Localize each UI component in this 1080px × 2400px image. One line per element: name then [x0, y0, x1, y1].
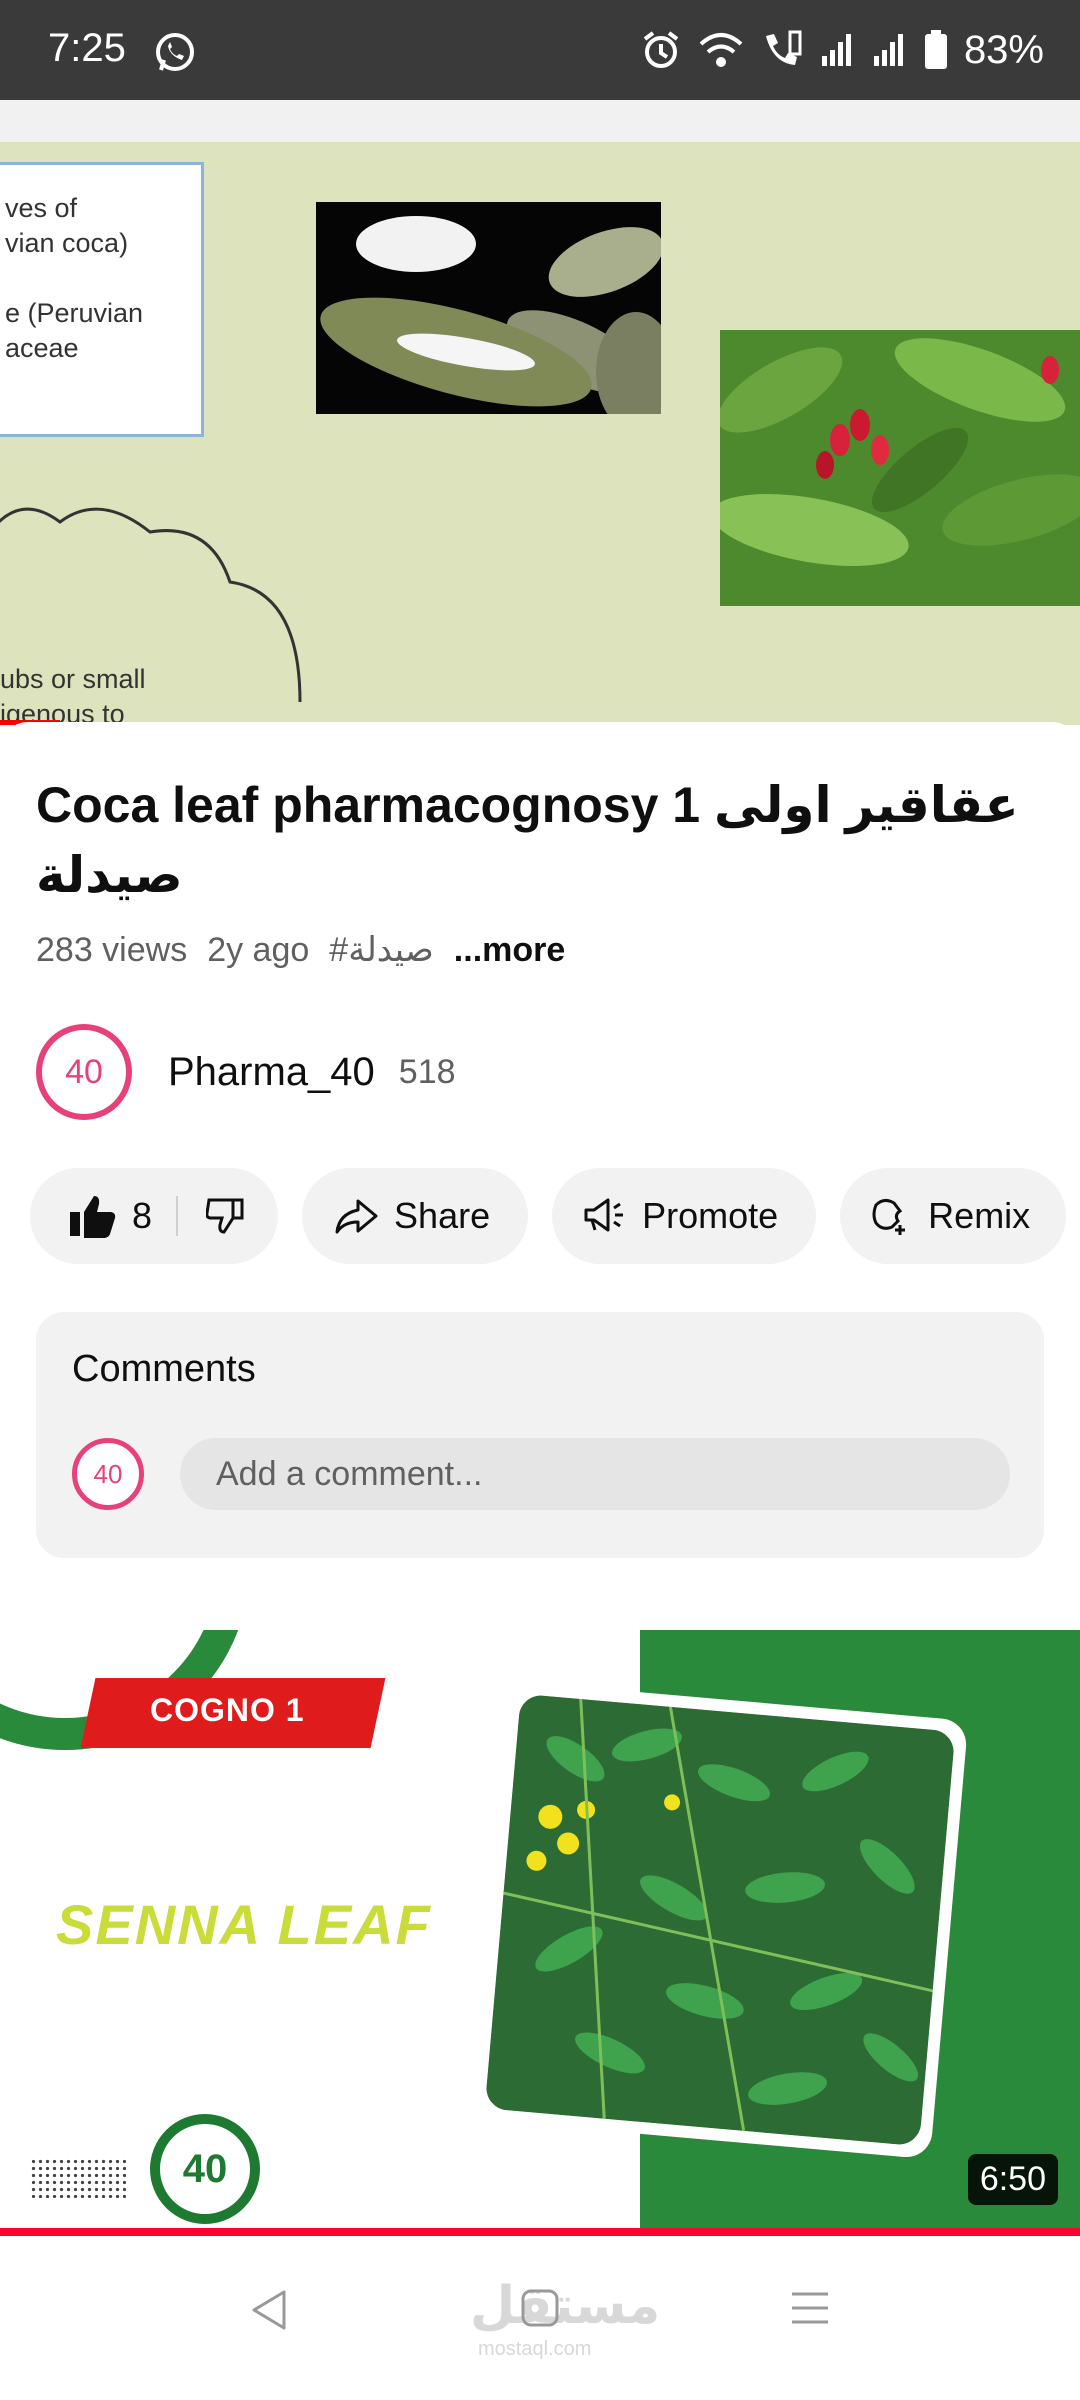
system-nav-bar: مستقل mostaql.com	[0, 2236, 1080, 2400]
share-label: Share	[394, 1195, 491, 1236]
senna-plant-image	[471, 1680, 969, 2160]
subscriber-count: 518	[398, 1052, 456, 1091]
signal-icon	[873, 34, 903, 66]
share-button[interactable]: Share	[302, 1168, 529, 1264]
slide-text-box: ves of vian coca) e (Peruvian aceae	[0, 162, 204, 437]
channel-avatar[interactable]: 40	[36, 1024, 132, 1120]
more-link[interactable]: ...more	[454, 931, 565, 970]
back-nav-icon[interactable]	[250, 2288, 288, 2332]
megaphone-icon	[584, 1198, 624, 1232]
signal-icon	[821, 34, 851, 66]
battery-percent: 83%	[963, 27, 1044, 72]
home-nav-icon[interactable]	[520, 2288, 560, 2328]
clock: 7:25	[48, 26, 126, 70]
channel-name[interactable]: Pharma_40	[168, 1050, 375, 1095]
add-comment-field[interactable]: Add a comment...	[180, 1438, 1010, 1510]
thumbnail-badge-text: COGNO 1	[150, 1692, 305, 1728]
action-bar: 8 Share Promote Remix	[30, 1168, 1067, 1264]
status-icons: 83%	[640, 24, 1044, 76]
watermark-logo: مستقل	[470, 2277, 661, 2335]
promote-button[interactable]: Promote	[552, 1168, 817, 1264]
like-dislike-button[interactable]: 8	[30, 1168, 279, 1264]
view-count: 283 views	[36, 931, 188, 969]
thumbnail-headline: SENNA LEAF	[56, 1893, 432, 1956]
wifi-call-icon	[765, 30, 802, 65]
battery-icon	[924, 30, 947, 69]
hashtag[interactable]: #صيدلة	[329, 930, 434, 970]
next-video-thumbnail[interactable]: COGNO 1 SENNA LEAF 40 6:50	[0, 1630, 1080, 2230]
thumbnail-dot-pattern	[30, 2158, 126, 2198]
watermark-url: mostaql.com	[478, 2338, 592, 2360]
wifi-icon	[699, 33, 743, 67]
video-title[interactable]: Coca leaf pharmacognosy 1 عقاقير اولى صي…	[36, 770, 1046, 910]
whatsapp-icon	[156, 33, 194, 71]
recents-menu-icon[interactable]	[790, 2288, 830, 2328]
promote-label: Promote	[642, 1195, 779, 1236]
remix-label: Remix	[928, 1195, 1031, 1236]
like-count: 8	[132, 1195, 153, 1236]
slide-cloud-text: ubs or small igenous to	[0, 664, 146, 725]
channel-row[interactable]: 40 Pharma_40 518	[36, 1024, 456, 1120]
remix-button[interactable]: Remix	[840, 1168, 1067, 1264]
upload-age: 2y ago	[207, 931, 310, 969]
thumbnail-channel-logo: 40	[150, 2114, 260, 2224]
share-icon	[335, 1199, 378, 1234]
comments-title: Comments	[72, 1348, 256, 1390]
thumbs-down-icon[interactable]	[206, 1196, 246, 1236]
comments-card[interactable]: Comments 40 Add a comment...	[36, 1312, 1044, 1558]
coca-plant-image	[720, 330, 1080, 606]
video-frame: ves of vian coca) e (Peruvian aceae ubs …	[0, 142, 1080, 725]
alarm-icon	[643, 31, 679, 68]
video-player[interactable]: ves of vian coca) e (Peruvian aceae ubs …	[0, 100, 1080, 725]
thumbnail-watched-bar	[0, 2228, 1080, 2236]
cocaine-leaf-image	[316, 202, 661, 414]
remix-icon	[872, 1198, 906, 1235]
thumbs-up-icon[interactable]	[70, 1194, 116, 1238]
status-bar: 7:25 83%	[0, 0, 1080, 100]
like-divider	[176, 1196, 179, 1236]
video-duration: 6:50	[967, 2154, 1058, 2205]
user-avatar: 40	[72, 1438, 144, 1510]
video-meta[interactable]: 283 views 2y ago #صيدلة ...more	[36, 930, 565, 970]
